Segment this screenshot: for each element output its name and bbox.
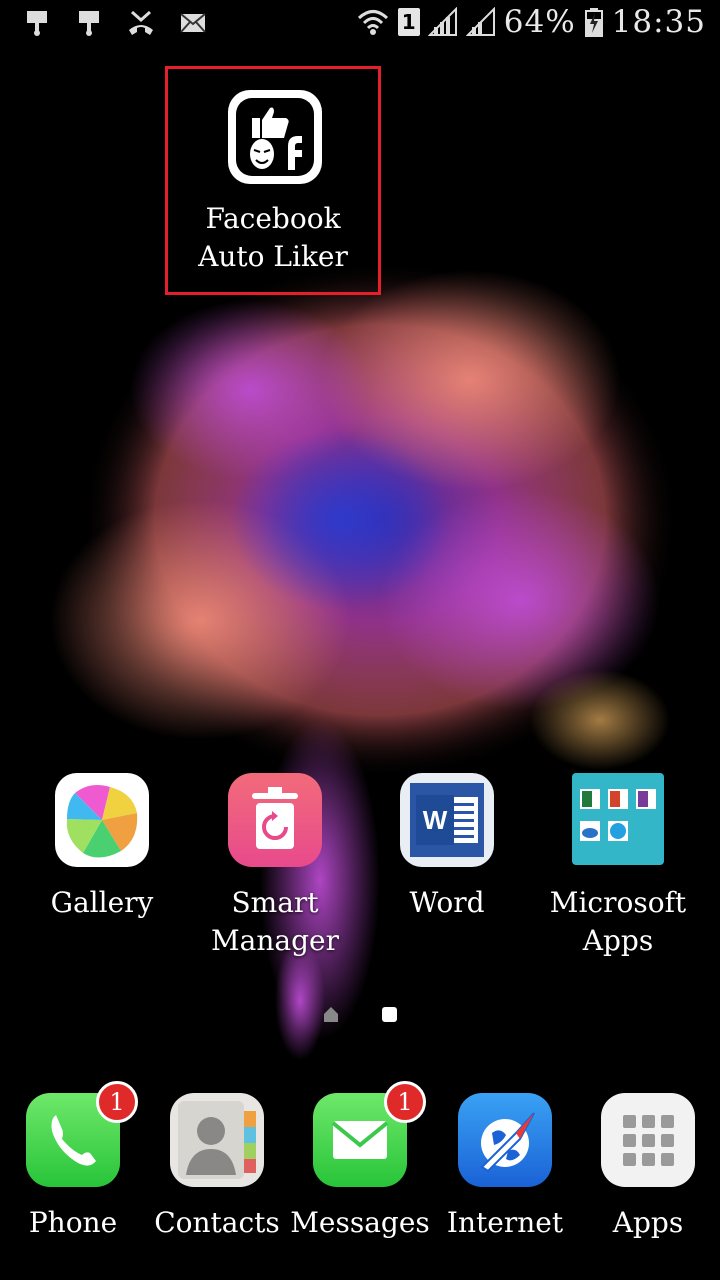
- gallery-icon[interactable]: [55, 773, 149, 867]
- messages-badge: 1: [384, 1081, 426, 1123]
- sim-icon: 1: [397, 8, 420, 36]
- phone-label[interactable]: Phone: [18, 1204, 128, 1242]
- usb-icon: [79, 11, 99, 36]
- facebook-auto-liker-glyph: [250, 107, 302, 170]
- status-bar: 1 64% 18:35: [0, 0, 720, 50]
- status-bar-right: 1 64% 18:35: [356, 4, 706, 40]
- facebook-auto-liker-label[interactable]: Facebook Auto Liker: [170, 200, 376, 276]
- phone-badge: 1: [96, 1081, 138, 1123]
- internet-label[interactable]: Internet: [440, 1204, 570, 1242]
- status-bar-left: [22, 8, 208, 38]
- battery-charging-icon: [584, 8, 603, 37]
- apps-label[interactable]: Apps: [593, 1204, 703, 1242]
- gallery-label[interactable]: Gallery: [32, 884, 172, 922]
- smart-manager-label[interactable]: Smart Manager: [185, 884, 365, 960]
- contacts-icon[interactable]: [170, 1093, 264, 1187]
- smart-manager-icon[interactable]: [228, 773, 322, 867]
- wifi-icon: [357, 10, 388, 35]
- svg-text:W: W: [423, 805, 448, 835]
- signal-icon: [465, 7, 495, 36]
- contacts-label[interactable]: Contacts: [152, 1204, 282, 1242]
- battery-percent: 64%: [503, 4, 576, 40]
- word-label[interactable]: Word: [387, 884, 507, 922]
- microsoft-apps-folder-icon[interactable]: [572, 773, 664, 865]
- word-icon[interactable]: W: [400, 773, 494, 867]
- signal-icon: [427, 7, 457, 36]
- mail-icon: [180, 13, 206, 33]
- facebook-auto-liker-icon[interactable]: [228, 90, 322, 184]
- internet-icon[interactable]: [458, 1093, 552, 1187]
- messages-label[interactable]: Messages: [290, 1204, 430, 1242]
- page-indicator: [324, 1007, 397, 1022]
- apps-grid-icon[interactable]: [601, 1093, 695, 1187]
- home-page-dot[interactable]: [324, 1007, 338, 1022]
- usb-icon: [27, 11, 47, 36]
- current-page-dot[interactable]: [382, 1007, 397, 1022]
- clock: 18:35: [611, 4, 706, 40]
- missed-call-icon: [129, 10, 153, 35]
- microsoft-apps-label[interactable]: Microsoft Apps: [547, 884, 689, 960]
